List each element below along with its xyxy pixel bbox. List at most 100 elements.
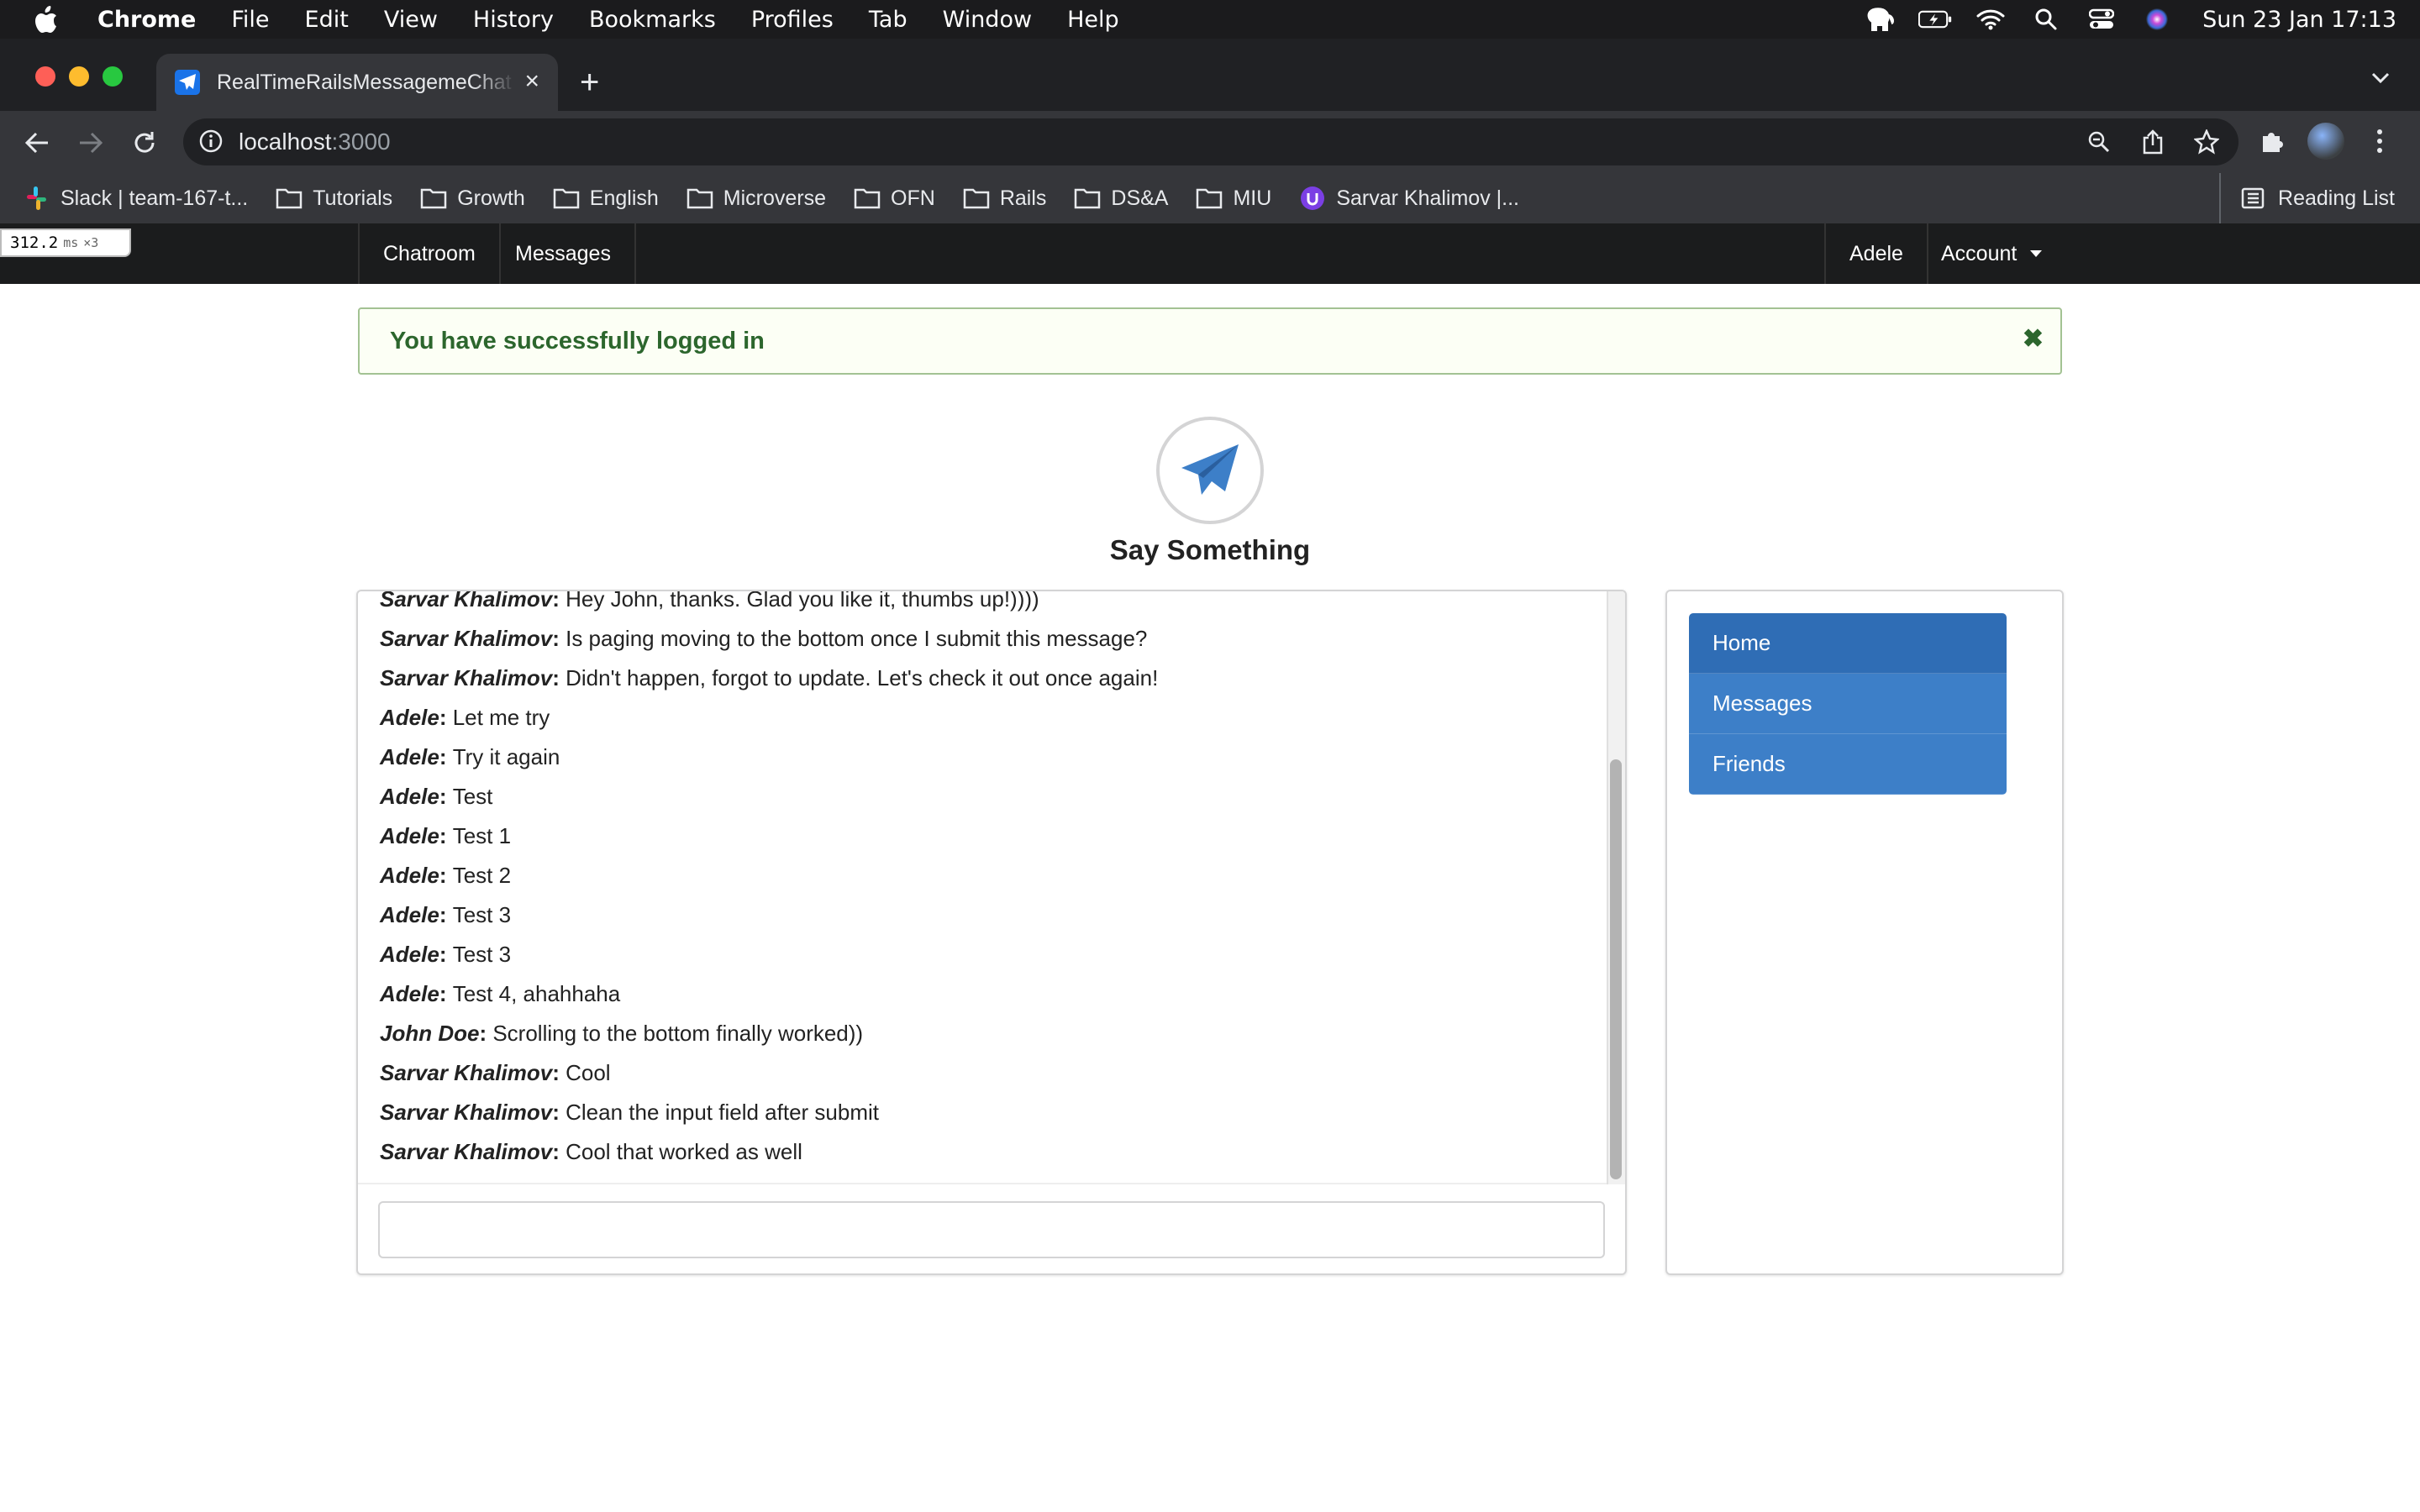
wifi-icon[interactable] bbox=[1974, 3, 2007, 36]
browser-tab-active[interactable]: RealTimeRailsMessagemeChat × bbox=[156, 54, 558, 111]
menu-clock[interactable]: Sun 23 Jan 17:13 bbox=[2202, 7, 2396, 33]
bookmark-folder-ofn[interactable]: OFN bbox=[854, 186, 935, 211]
zoom-magnifier-icon[interactable] bbox=[2082, 125, 2116, 159]
bookmark-label: Sarvar Khalimov |... bbox=[1336, 186, 1519, 210]
messages-scroll-area[interactable]: Sarvar Khalimov: Hey John, thanks. Glad … bbox=[358, 591, 1610, 1184]
side-menu-friends[interactable]: Friends bbox=[1689, 734, 2007, 795]
back-arrow-icon[interactable] bbox=[20, 126, 54, 160]
menu-extras: Sun 23 Jan 17:13 bbox=[1841, 0, 2396, 39]
menu-window[interactable]: Window bbox=[943, 7, 1032, 33]
site-info-icon[interactable] bbox=[198, 129, 224, 160]
profile-badge-icon bbox=[1299, 185, 1326, 212]
nav-current-user[interactable]: Adele bbox=[1824, 223, 1928, 284]
message-row: John Doe: Scrolling to the bottom finall… bbox=[380, 1014, 1158, 1053]
flash-success-message: You have successfully logged in ✖ bbox=[358, 307, 2062, 375]
forward-arrow-icon[interactable] bbox=[74, 126, 108, 160]
bookmark-folder-tutorials[interactable]: Tutorials bbox=[276, 186, 392, 211]
message-text: Let me try bbox=[452, 705, 550, 730]
nav-chatroom[interactable]: Chatroom bbox=[358, 223, 501, 284]
minimize-window-button[interactable] bbox=[69, 66, 89, 87]
zoom-window-button[interactable] bbox=[103, 66, 123, 87]
side-panel: Home Messages Friends bbox=[1665, 590, 2064, 1275]
nav-messages[interactable]: Messages bbox=[492, 223, 636, 284]
bookmark-label: Growth bbox=[457, 186, 525, 210]
menu-edit[interactable]: Edit bbox=[305, 7, 349, 33]
paper-plane-logo-icon bbox=[1156, 417, 1264, 524]
side-menu: Home Messages Friends bbox=[1689, 613, 2007, 795]
message-row: Adele: Let me try bbox=[380, 698, 1158, 738]
side-menu-messages[interactable]: Messages bbox=[1689, 674, 2007, 734]
message-row: Adele: Test bbox=[380, 777, 1158, 816]
message-author: Adele bbox=[380, 902, 439, 927]
reading-list-button[interactable]: Reading List bbox=[2219, 173, 2395, 223]
caret-down-icon bbox=[2030, 250, 2043, 257]
message-author: Sarvar Khalimov bbox=[380, 626, 553, 651]
bookmark-slack[interactable]: Slack | team-167-t... bbox=[24, 185, 248, 212]
menu-tab[interactable]: Tab bbox=[869, 7, 908, 33]
folder-icon bbox=[963, 187, 990, 209]
menu-profiles[interactable]: Profiles bbox=[751, 7, 834, 33]
message-author: Sarvar Khalimov bbox=[380, 665, 553, 690]
tab-search-chevron-icon[interactable] bbox=[2371, 72, 2390, 88]
menu-help[interactable]: Help bbox=[1067, 7, 1119, 33]
bookmark-folder-rails[interactable]: Rails bbox=[963, 186, 1046, 211]
menu-file[interactable]: File bbox=[231, 7, 269, 33]
battery-icon[interactable] bbox=[1918, 3, 1952, 36]
message-separator: : bbox=[552, 591, 566, 612]
reading-list-label: Reading List bbox=[2278, 186, 2395, 210]
bookmark-folder-english[interactable]: English bbox=[553, 186, 659, 211]
message-separator: : bbox=[552, 1100, 566, 1125]
apple-icon[interactable] bbox=[27, 6, 66, 33]
message-author: Sarvar Khalimov bbox=[380, 1139, 553, 1164]
menu-view[interactable]: View bbox=[384, 7, 438, 33]
new-tab-icon[interactable]: + bbox=[580, 66, 599, 99]
message-text: Try it again bbox=[452, 744, 560, 769]
rack-mini-profiler-badge[interactable]: 312.2 ms ×3 bbox=[0, 228, 131, 257]
nav-account-dropdown[interactable]: Account bbox=[1918, 223, 2065, 284]
bookmark-star-icon[interactable] bbox=[2190, 125, 2223, 159]
bookmark-label: Microverse bbox=[723, 186, 827, 210]
bookmark-folder-microverse[interactable]: Microverse bbox=[687, 186, 826, 211]
menu-bookmarks[interactable]: Bookmarks bbox=[589, 7, 716, 33]
message-separator: : bbox=[439, 981, 453, 1006]
message-author: Adele bbox=[380, 705, 439, 730]
bookmark-folder-miu[interactable]: MIU bbox=[1196, 186, 1271, 211]
message-separator: : bbox=[439, 784, 453, 809]
messages-list: Sarvar Khalimov: Hey John, thanks. Glad … bbox=[380, 591, 1158, 1172]
bookmark-label: Tutorials bbox=[313, 186, 393, 210]
messages-scrollbar[interactable] bbox=[1607, 591, 1625, 1184]
control-center-icon[interactable] bbox=[2085, 3, 2118, 36]
message-text: Test 3 bbox=[452, 902, 512, 927]
elephant-icon[interactable] bbox=[1863, 3, 1897, 36]
bookmark-folder-dsa[interactable]: DS&A bbox=[1074, 186, 1168, 211]
siri-icon[interactable] bbox=[2140, 3, 2174, 36]
bookmark-label: OFN bbox=[891, 186, 935, 210]
chrome-menu-kebab-icon[interactable] bbox=[2361, 123, 2398, 160]
menu-history[interactable]: History bbox=[473, 7, 554, 33]
menu-app-name[interactable]: Chrome bbox=[97, 7, 196, 33]
message-separator: : bbox=[552, 626, 566, 651]
close-icon[interactable]: ✖ bbox=[2023, 324, 2044, 354]
profile-avatar[interactable] bbox=[2307, 123, 2344, 160]
side-menu-home[interactable]: Home bbox=[1689, 613, 2007, 674]
address-bar[interactable]: localhost:3000 bbox=[183, 118, 2238, 165]
scrollbar-thumb[interactable] bbox=[1610, 759, 1622, 1179]
close-window-button[interactable] bbox=[35, 66, 55, 87]
bookmark-folder-growth[interactable]: Growth bbox=[420, 186, 525, 211]
message-input[interactable] bbox=[378, 1201, 1605, 1258]
folder-icon bbox=[553, 187, 580, 209]
message-author: Sarvar Khalimov bbox=[380, 591, 553, 612]
message-separator: : bbox=[439, 744, 453, 769]
message-author: John Doe bbox=[380, 1021, 480, 1046]
message-author: Adele bbox=[380, 744, 439, 769]
extensions-puzzle-icon[interactable] bbox=[2254, 123, 2291, 160]
bookmark-sarvar[interactable]: Sarvar Khalimov |... bbox=[1299, 185, 1519, 212]
spotlight-search-icon[interactable] bbox=[2029, 3, 2063, 36]
reload-icon[interactable] bbox=[128, 126, 161, 160]
message-author: Adele bbox=[380, 823, 439, 848]
tab-close-icon[interactable]: × bbox=[524, 67, 539, 96]
share-icon[interactable] bbox=[2136, 125, 2170, 159]
nav-account-label: Account bbox=[1941, 241, 2018, 265]
folder-icon bbox=[854, 187, 881, 209]
message-text: Test 1 bbox=[452, 823, 512, 848]
